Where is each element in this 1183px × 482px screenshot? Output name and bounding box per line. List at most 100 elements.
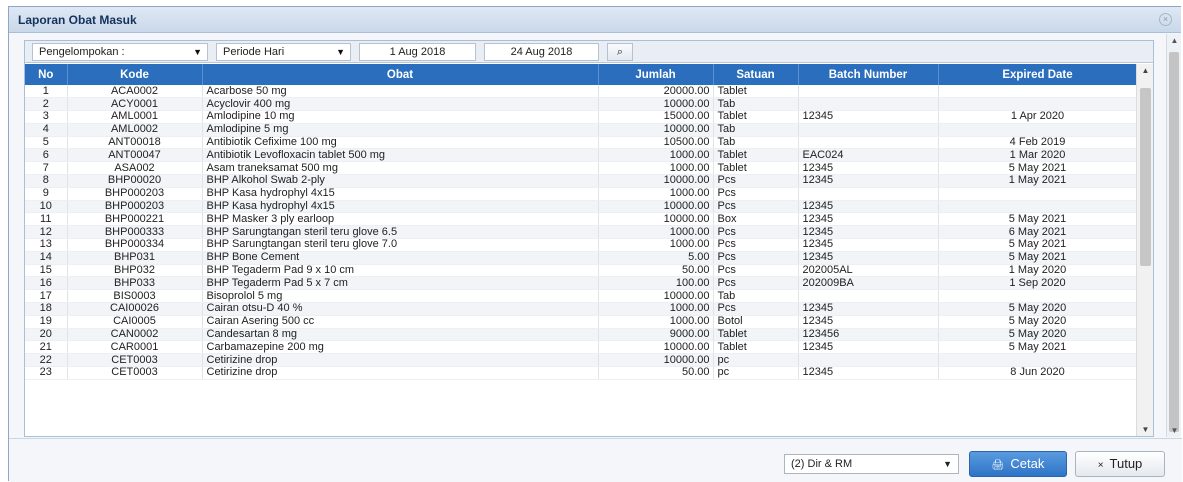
cell-obat: Amlodipine 10 mg [202,110,599,124]
cell-no: 16 [25,276,68,291]
table-row[interactable]: 22 CET0003 Cetirizine drop 10000.00 pc [25,353,1137,368]
cell-jumlah: 1000.00 [598,187,714,201]
table-row[interactable]: 11 BHP000221 BHP Masker 3 ply earloop 10000… [25,212,1137,227]
cell-satuan: Pcs [713,174,799,188]
period-select[interactable]: Periode Hari ▼ [216,43,351,61]
cell-jumlah: 10000.00 [598,353,714,368]
table-row[interactable]: 17 BIS0003 Bisoprolol 5 mg 10000.00 Tab [25,289,1137,304]
cell-satuan: Pcs [713,225,799,240]
date-from-field[interactable]: 1 Aug 2018 [359,43,476,61]
cell-satuan: Pcs [713,251,799,265]
cell-no: 14 [25,251,68,265]
cell-kode: BHP000334 [67,238,203,252]
table-row[interactable]: 1 ACA0002 Acarbose 50 mg 20000.00 Tablet [25,85,1137,99]
scroll-up-icon[interactable]: ▲ [1167,36,1182,45]
cell-satuan: Pcs [713,187,799,201]
cell-expired-date: 1 May 2020 [938,264,1137,278]
cell-satuan: Pcs [713,200,799,214]
table-scrollbar[interactable]: ▲ ▼ [1136,64,1153,436]
table-row[interactable]: 2 ACY0001 Acyclovir 400 mg 10000.00 Tab [25,97,1137,112]
col-header-no[interactable]: No [25,64,68,85]
cell-expired-date: 1 Mar 2020 [938,148,1137,163]
cell-no: 6 [25,148,68,163]
table-row[interactable]: 12 BHP000333 BHP Sarungtangan steril teru … [25,225,1137,240]
col-header-kode[interactable]: Kode [67,64,203,85]
scrollbar-thumb[interactable] [1169,52,1179,432]
cell-batch-number [798,85,939,99]
col-header-jumlah[interactable]: Jumlah [598,64,714,85]
table-row[interactable]: 3 AML0001 Amlodipine 10 mg 15000.00 Tablet 12… [25,110,1137,124]
table-row[interactable]: 19 CAI0005 Cairan Asering 500 cc 1000.00 Bot… [25,315,1137,329]
cell-batch-number [798,97,939,112]
table-row[interactable]: 7 ASA002 Asam traneksamat 500 mg 1000.00 Tab… [25,161,1137,176]
cell-satuan: Pcs [713,238,799,252]
print-button[interactable]: 🖨 Cetak [969,451,1067,477]
cell-kode: ANT00047 [67,148,203,163]
table-row[interactable]: 23 CET0003 Cetirizine drop 50.00 pc 12345 8 Ju… [25,366,1137,380]
cell-expired-date: 6 May 2021 [938,225,1137,240]
cell-expired-date: 5 May 2020 [938,328,1137,342]
scrollbar-thumb[interactable] [1140,88,1151,266]
cell-no: 21 [25,340,68,355]
col-header-batch-number[interactable]: Batch Number [798,64,939,85]
cell-jumlah: 20000.00 [598,85,714,99]
cell-kode: CET0003 [67,366,203,380]
table-row[interactable]: 13 BHP000334 BHP Sarungtangan steril teru … [25,238,1137,252]
cell-jumlah: 10500.00 [598,136,714,150]
cell-satuan: Tablet [713,161,799,176]
close-button-label: Tutup [1109,456,1143,471]
cell-obat: BHP Bone Cement [202,251,599,265]
table-row[interactable]: 10 BHP000203 BHP Kasa hydrophyl 4x15 10000.… [25,200,1137,214]
scroll-up-icon[interactable]: ▲ [1137,66,1154,75]
table-row[interactable]: 21 CAR0001 Carbamazepine 200 mg 10000.00 Tab… [25,340,1137,355]
cell-obat: BHP Sarungtangan steril teru glove 6.5 [202,225,599,240]
scroll-down-icon[interactable]: ▼ [1167,426,1182,435]
scroll-down-icon[interactable]: ▼ [1137,425,1154,434]
grouping-select[interactable]: Pengelompokan : ▼ [32,43,208,61]
table-row[interactable]: 20 CAN0002 Candesartan 8 mg 9000.00 Tablet 12… [25,328,1137,342]
filter-toolbar: Pengelompokan : ▼ Periode Hari ▼ 1 Aug 2… [25,41,1153,63]
cell-expired-date: 5 May 2021 [938,212,1137,227]
window-scrollbar[interactable]: ▲ ▼ [1166,34,1181,437]
print-option-select[interactable]: (2) Dir & RM ▼ [784,454,959,474]
table-row[interactable]: 9 BHP000203 BHP Kasa hydrophyl 4x15 1000.00… [25,187,1137,201]
cell-batch-number: 12345 [798,366,939,380]
cell-obat: Acyclovir 400 mg [202,97,599,112]
table-row[interactable]: 14 BHP031 BHP Bone Cement 5.00 Pcs 12345 5 May… [25,251,1137,265]
table-row[interactable]: 5 ANT00018 Antibiotik Cefixime 100 mg 10500… [25,136,1137,150]
cell-jumlah: 1000.00 [598,302,714,316]
chevron-down-icon: ▼ [943,459,952,469]
table-row[interactable]: 16 BHP033 BHP Tegaderm Pad 5 x 7 cm 100.00 P… [25,276,1137,291]
cell-batch-number: EAC024 [798,148,939,163]
cell-batch-number [798,289,939,304]
col-header-obat[interactable]: Obat [202,64,599,85]
col-header-satuan[interactable]: Satuan [713,64,799,85]
search-button[interactable]: ⌕ [607,43,633,61]
date-to-field[interactable]: 24 Aug 2018 [484,43,599,61]
cell-obat: Candesartan 8 mg [202,328,599,342]
cell-kode: CET0003 [67,353,203,368]
cell-satuan: Tab [713,289,799,304]
col-header-expired-date[interactable]: Expired Date [938,64,1137,85]
table-row[interactable]: 15 BHP032 BHP Tegaderm Pad 9 x 10 cm 50.00 P… [25,264,1137,278]
cell-kode: BHP000221 [67,212,203,227]
cell-kode: CAR0001 [67,340,203,355]
cell-obat: BHP Masker 3 ply earloop [202,212,599,227]
cell-batch-number [798,353,939,368]
cell-no: 13 [25,238,68,252]
window-close-icon[interactable]: × [1159,13,1172,26]
cell-batch-number: 12345 [798,174,939,188]
cell-satuan: pc [713,366,799,380]
cell-expired-date: 5 May 2020 [938,315,1137,329]
cell-batch-number: 202009BA [798,276,939,291]
table-row[interactable]: 4 AML0002 Amlodipine 5 mg 10000.00 Tab [25,123,1137,137]
cell-jumlah: 15000.00 [598,110,714,124]
window-title: Laporan Obat Masuk [18,13,137,27]
cell-obat: BHP Tegaderm Pad 9 x 10 cm [202,264,599,278]
cell-satuan: Tablet [713,328,799,342]
table-row[interactable]: 18 CAI00026 Cairan otsu-D 40 % 1000.00 Pcs 12… [25,302,1137,316]
table-row[interactable]: 6 ANT00047 Antibiotik Levofloxacin tablet … [25,148,1137,163]
cell-no: 10 [25,200,68,214]
close-button[interactable]: × Tutup [1075,451,1165,477]
table-row[interactable]: 8 BHP00020 BHP Alkohol Swab 2-ply 10000.00 P… [25,174,1137,188]
